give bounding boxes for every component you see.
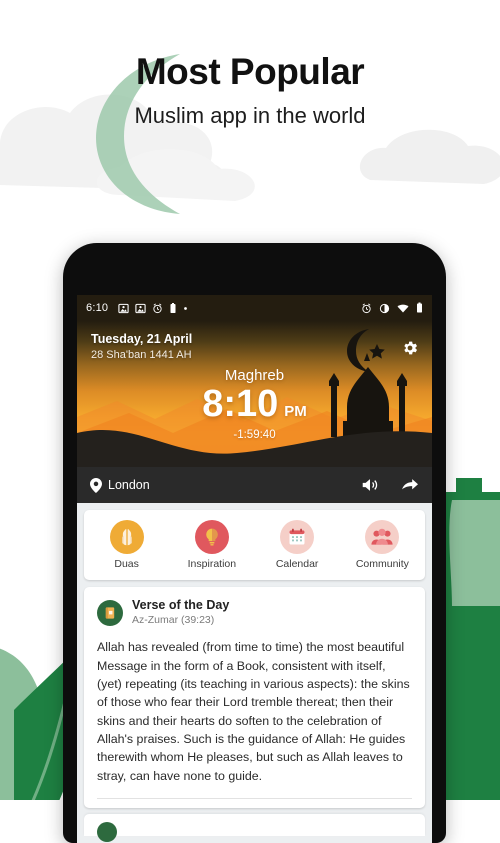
speaker-icon[interactable] — [361, 477, 379, 493]
quick-action-label: Community — [355, 558, 409, 570]
lightbulb-icon-wrapper — [194, 520, 229, 554]
promo-title: Most Popular — [135, 51, 365, 92]
prayer-time-meridiem: PM — [284, 403, 307, 420]
verse-card-titles: Verse of the Day Az-Zumar (39:23) — [132, 598, 229, 627]
settings-button[interactable] — [401, 339, 419, 362]
people-group-icon — [371, 528, 393, 545]
people-group-icon-wrapper — [365, 520, 400, 554]
cloud-shape-right-icon — [359, 129, 500, 184]
wifi-icon — [397, 304, 409, 312]
verse-text: Allah has revealed (from time to time) t… — [97, 640, 410, 783]
dot-icon — [184, 306, 188, 310]
green-panel-right-icon — [444, 478, 500, 800]
do-not-disturb-icon — [379, 303, 390, 313]
verse-reference: Az-Zumar (39:23) — [132, 613, 215, 626]
android-status-bar: 6:10 — [77, 295, 432, 321]
location-pin-icon — [90, 477, 102, 493]
quick-action-calendar[interactable]: Calendar — [255, 520, 340, 570]
phone-screen: 6:10 Tuesday, 21 April 28 Sha'ban 1441 A… — [77, 295, 432, 843]
quran-book-icon-wrapper — [97, 599, 123, 626]
gear-icon — [404, 341, 418, 355]
calendar-icon-wrapper — [280, 520, 315, 554]
calendar-icon — [289, 528, 305, 545]
prayer-times-header: Tuesday, 21 April 28 Sha'ban 1441 AH Mag… — [77, 321, 432, 467]
share-arrow-icon[interactable] — [401, 477, 419, 493]
prayer-time-row: 8:10 PM — [77, 385, 432, 423]
praying-hands-icon — [121, 529, 132, 546]
verse-title: Verse of the Day — [132, 598, 230, 612]
verse-card-header: Verse of the Day Az-Zumar (39:23) — [97, 598, 412, 627]
lightbulb-icon — [206, 528, 218, 546]
quick-action-label: Duas — [114, 558, 139, 570]
quick-action-label: Calendar — [275, 558, 319, 570]
quick-actions-card: Duas Inspiration Calendar Community — [84, 510, 425, 580]
promo-subtitle: Muslim app in the world — [134, 102, 366, 128]
prayer-countdown: -1:59:40 — [233, 429, 276, 441]
quick-action-duas[interactable]: Duas — [84, 520, 169, 570]
quick-action-label: Inspiration — [187, 558, 237, 570]
location-bar[interactable]: London — [77, 467, 432, 503]
quick-action-community[interactable]: Community — [340, 520, 425, 570]
praying-hands-icon-wrapper — [109, 520, 144, 554]
image-icon — [118, 303, 129, 313]
next-card-badge-icon — [97, 822, 117, 843]
prayer-time: 8:10 — [202, 383, 279, 425]
status-bar-notification-icons — [118, 302, 188, 314]
location-bar-actions — [361, 477, 419, 493]
app-content-scroll[interactable]: Duas Inspiration Calendar Community Vers… — [77, 503, 432, 843]
gregorian-date: Tuesday, 21 April — [91, 332, 193, 346]
prayer-header-content: Tuesday, 21 April 28 Sha'ban 1441 AH Mag… — [77, 321, 432, 467]
quran-book-icon — [105, 607, 115, 619]
location-name: London — [108, 478, 150, 492]
quick-action-inspiration[interactable]: Inspiration — [169, 520, 254, 570]
status-bar-system-icons — [361, 302, 423, 314]
hijri-date: 28 Sha'ban 1441 AH — [91, 349, 192, 361]
battery-saver-icon — [170, 302, 176, 313]
alarm-icon — [153, 303, 162, 313]
phone-mockup: 6:10 Tuesday, 21 April 28 Sha'ban 1441 A… — [63, 243, 446, 843]
alarm-icon — [362, 303, 371, 313]
prayer-name: Maghreb — [224, 367, 285, 384]
battery-icon — [417, 302, 422, 313]
promo-headline: Most Popular Muslim app in the world — [0, 51, 500, 129]
status-bar-clock: 6:10 — [86, 302, 109, 314]
image-icon — [135, 303, 146, 313]
next-card-peek[interactable] — [84, 814, 425, 843]
card-divider — [97, 798, 412, 800]
verse-of-the-day-card[interactable]: Verse of the Day Az-Zumar (39:23) Allah … — [84, 587, 425, 809]
